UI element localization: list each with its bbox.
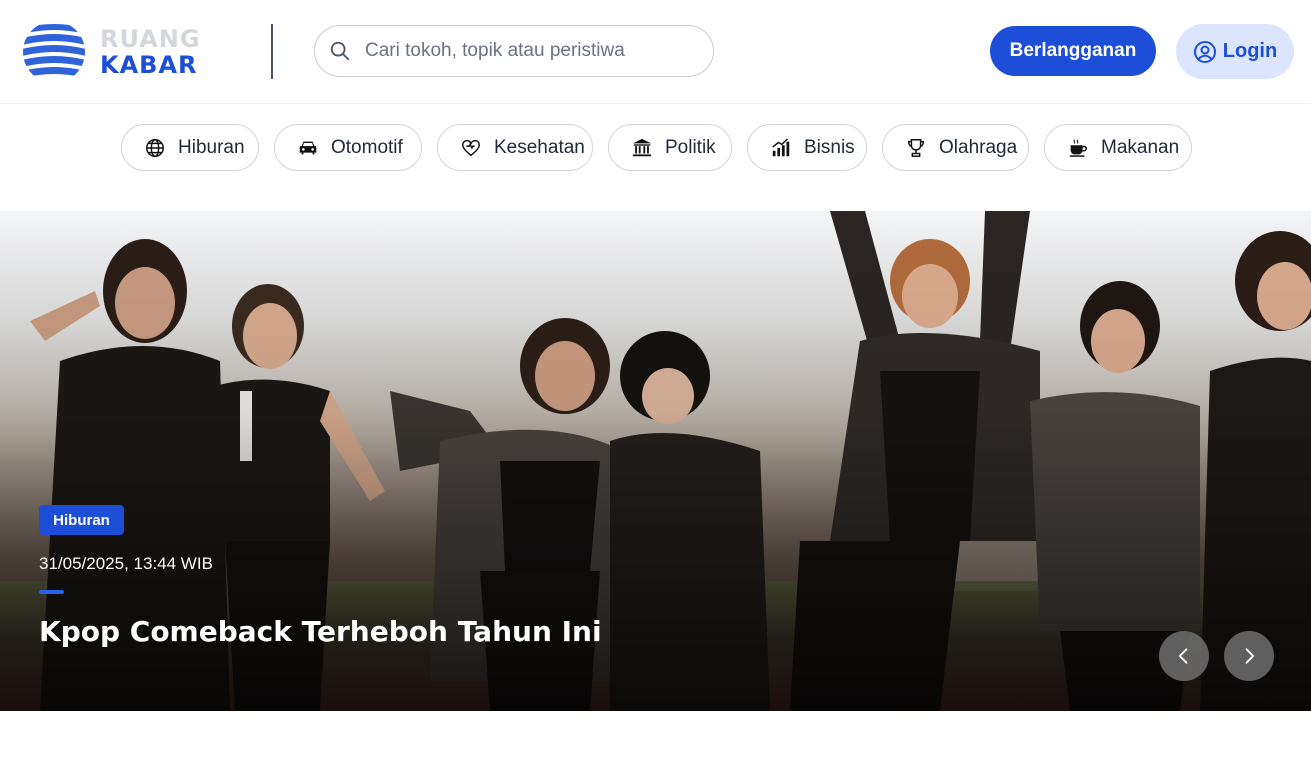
coffee-cup-icon bbox=[1069, 138, 1087, 157]
hero-carousel[interactable]: Hiburan 31/05/2025, 13:44 WIB Kpop Comeb… bbox=[0, 211, 1311, 711]
category-otomotif[interactable]: Otomotif bbox=[274, 124, 422, 171]
category-label: Olahraga bbox=[939, 136, 1018, 158]
carousel-next-button[interactable] bbox=[1224, 631, 1274, 681]
category-kesehatan[interactable]: Kesehatan bbox=[437, 124, 593, 171]
government-building-icon bbox=[632, 138, 652, 156]
heart-icon bbox=[462, 139, 480, 156]
category-nav: Hiburan Otomotif Kesehatan Politik Bisni… bbox=[0, 124, 1311, 172]
bar-chart-icon bbox=[772, 137, 790, 156]
logo-text-kabar: KABAR bbox=[100, 51, 198, 79]
login-label: Login bbox=[1222, 40, 1278, 62]
category-label: Kesehatan bbox=[494, 136, 585, 158]
globe-icon bbox=[146, 138, 164, 157]
category-olahraga[interactable]: Olahraga bbox=[882, 124, 1029, 171]
logo-wordmark: RUANG KABAR bbox=[100, 27, 201, 77]
category-label: Hiburan bbox=[178, 136, 245, 158]
trophy-icon bbox=[907, 138, 925, 157]
search-bar[interactable] bbox=[314, 25, 714, 77]
subscribe-button[interactable]: Berlangganan bbox=[990, 26, 1156, 76]
category-makanan[interactable]: Makanan bbox=[1044, 124, 1192, 171]
hero-accent-line bbox=[39, 590, 64, 594]
hero-date: 31/05/2025, 13:44 WIB bbox=[39, 554, 213, 573]
login-button[interactable]: Login bbox=[1176, 24, 1294, 79]
car-icon bbox=[299, 141, 317, 154]
carousel-prev-button[interactable] bbox=[1159, 631, 1209, 681]
chevron-left-icon bbox=[1178, 648, 1188, 664]
category-bisnis[interactable]: Bisnis bbox=[747, 124, 867, 171]
site-logo[interactable]: RUANG KABAR bbox=[22, 18, 217, 86]
category-label: Otomotif bbox=[331, 136, 403, 158]
chevron-right-icon bbox=[1245, 648, 1255, 664]
globe-logo-icon bbox=[23, 21, 85, 83]
category-politik[interactable]: Politik bbox=[608, 124, 732, 171]
category-label: Politik bbox=[665, 136, 716, 158]
site-header: RUANG KABAR Berlangganan Login bbox=[0, 0, 1311, 104]
hero-title[interactable]: Kpop Comeback Terheboh Tahun Ini bbox=[39, 615, 602, 648]
search-icon bbox=[330, 41, 350, 61]
category-label: Makanan bbox=[1101, 136, 1180, 158]
search-input[interactable] bbox=[365, 40, 685, 62]
user-circle-icon bbox=[1193, 40, 1216, 63]
category-hiburan[interactable]: Hiburan bbox=[121, 124, 259, 171]
logo-text-ruang: RUANG bbox=[100, 25, 201, 53]
category-label: Bisnis bbox=[804, 136, 855, 158]
header-divider bbox=[271, 24, 273, 79]
hero-category-badge[interactable]: Hiburan bbox=[39, 505, 124, 535]
